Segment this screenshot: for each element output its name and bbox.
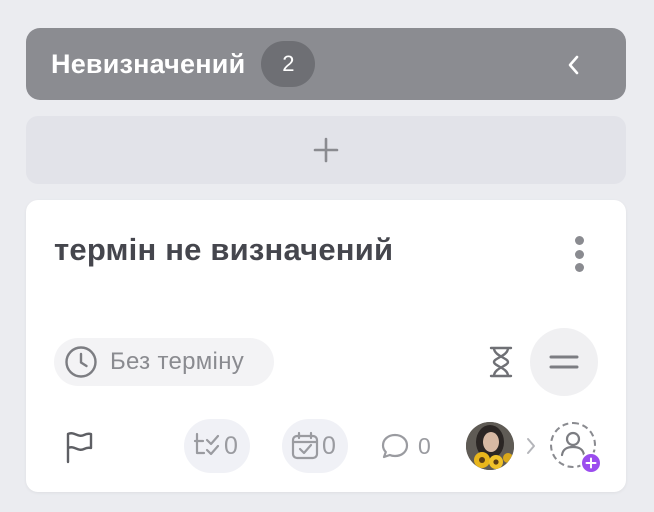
group-title: Невизначений <box>51 48 246 79</box>
chevron-left-icon <box>568 55 579 75</box>
more-vertical-icon-dot <box>574 263 584 272</box>
flag-icon[interactable] <box>64 430 94 464</box>
subtasks-count: 0 <box>322 431 336 460</box>
add-user-button[interactable] <box>550 422 602 474</box>
due-date-label: Без терміну <box>110 348 245 375</box>
more-vertical-icon-dot <box>574 236 584 245</box>
group-count-badge: 2 <box>261 41 316 87</box>
add-task-button[interactable] <box>26 116 626 184</box>
comments-count: 0 <box>418 432 431 459</box>
task-menu-button[interactable] <box>572 236 586 272</box>
comment-icon <box>381 433 409 459</box>
task-card[interactable]: термін не визначений Без терміну 0 0 0 <box>26 200 626 492</box>
user-avatar[interactable] <box>466 422 514 470</box>
more-vertical-icon-dot <box>574 249 584 259</box>
subtasks-counter[interactable]: 0 <box>282 419 348 473</box>
checklist-counter[interactable]: 0 <box>184 419 250 473</box>
hourglass-icon[interactable] <box>488 345 514 379</box>
equals-icon <box>549 355 579 369</box>
group-header: Невизначений 2 <box>26 28 626 100</box>
avatar-image <box>466 422 514 470</box>
due-date-chip[interactable]: Без терміну <box>54 338 274 386</box>
calendar-check-icon <box>291 431 319 460</box>
collapse-group-button[interactable] <box>560 52 586 78</box>
add-user-plus-icon <box>580 452 602 474</box>
task-title[interactable]: термін не визначений <box>54 232 393 268</box>
chevron-right-icon <box>527 438 535 454</box>
comments-counter[interactable]: 0 <box>380 419 440 473</box>
checklist-icon <box>193 432 220 456</box>
priority-button[interactable] <box>530 328 598 396</box>
checklist-count: 0 <box>224 431 238 460</box>
plus-icon <box>313 137 339 163</box>
clock-icon <box>65 346 97 378</box>
